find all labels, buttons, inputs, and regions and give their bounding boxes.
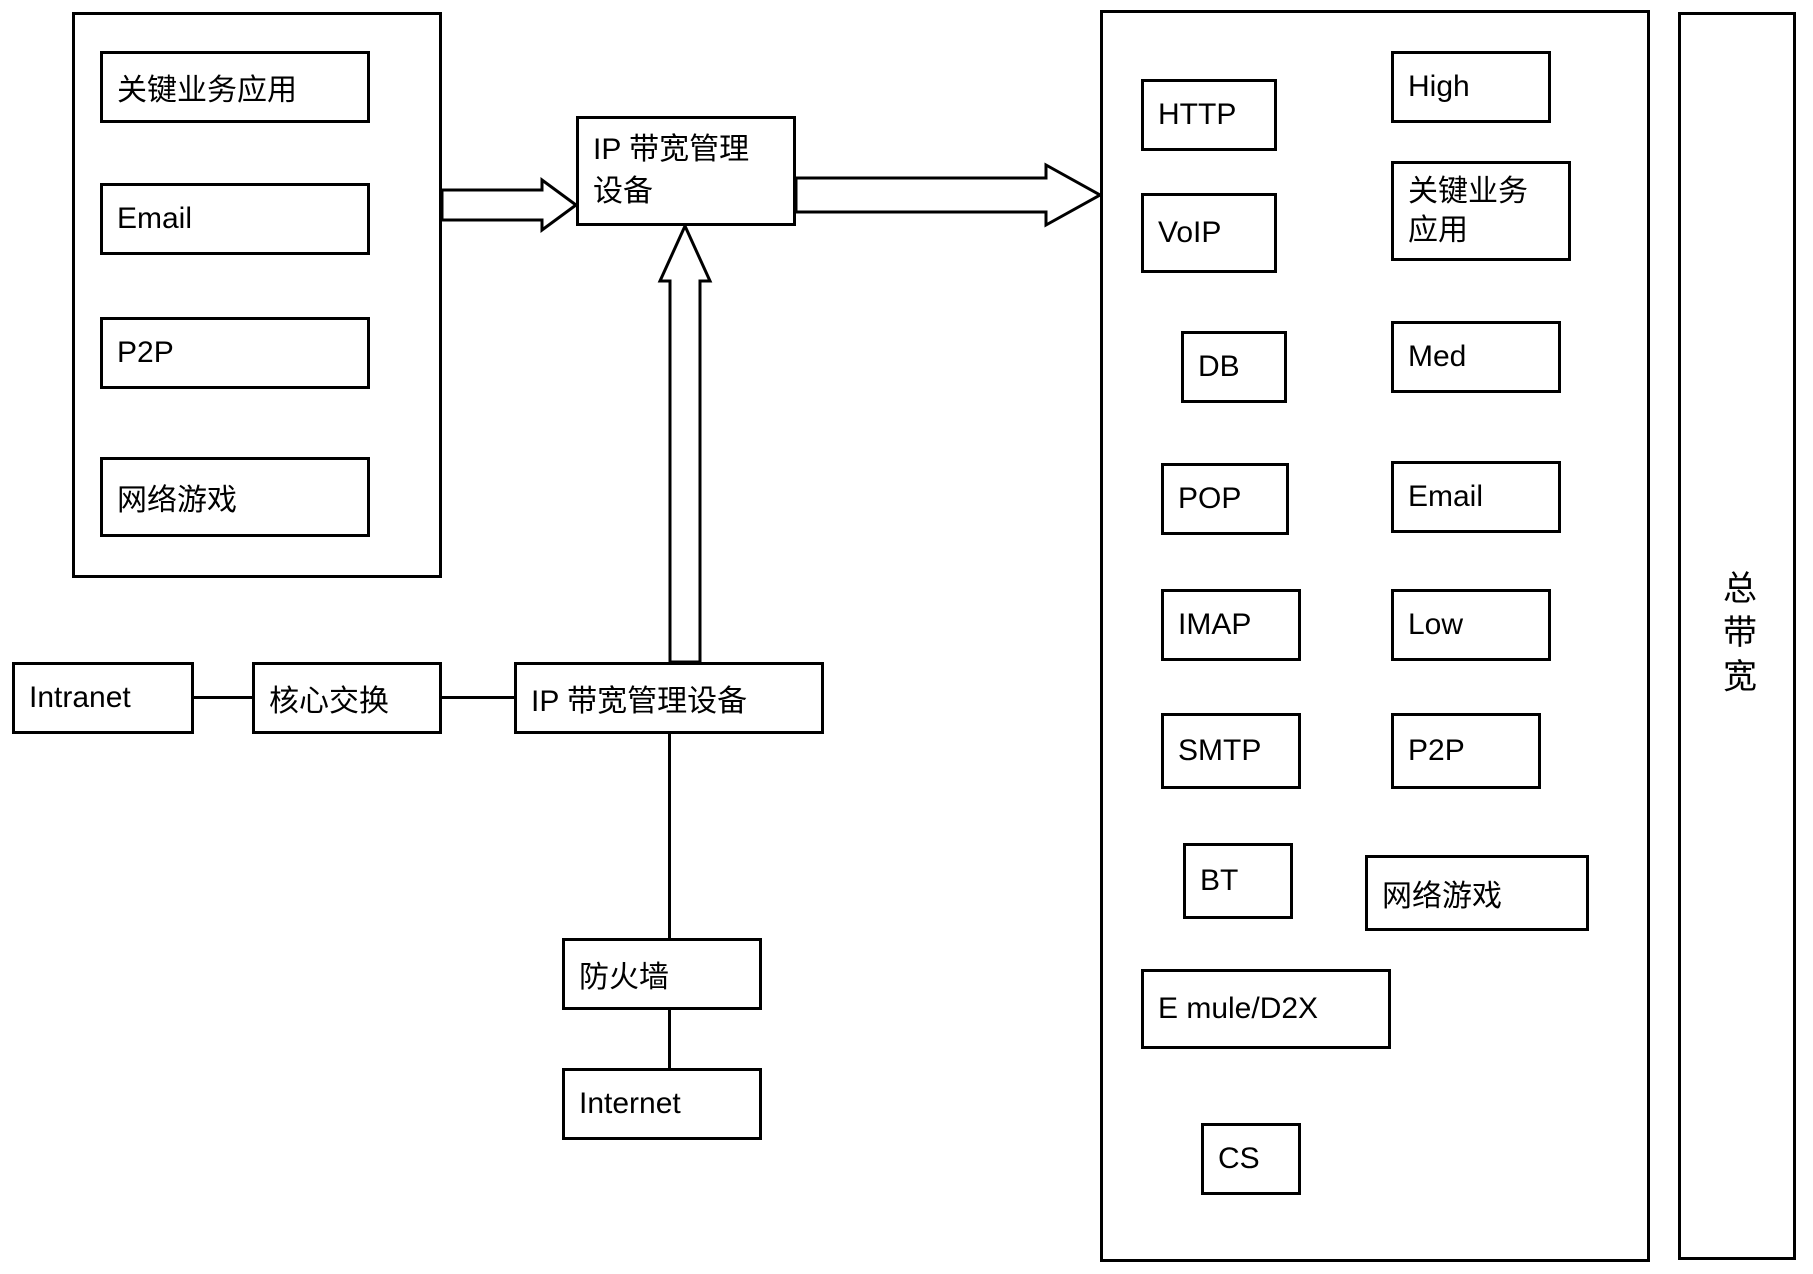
proto-pop: POP xyxy=(1161,463,1289,535)
right-container: HTTP VoIP DB POP IMAP SMTP BT E mule/D2X… xyxy=(1100,10,1650,1262)
label: Email xyxy=(117,202,192,236)
line-switch-ipdev xyxy=(442,696,514,699)
left-container: 关键业务应用 Email P2P 网络游戏 xyxy=(72,12,442,578)
left-item-0: 关键业务应用 xyxy=(100,51,370,123)
label: E mule/D2X xyxy=(1158,992,1318,1026)
label: High xyxy=(1408,70,1470,104)
priority-high: High xyxy=(1391,51,1551,123)
priority-key-app: 关键业务应用 xyxy=(1391,161,1571,261)
arrow-bottom-to-top xyxy=(655,226,715,662)
ip-bandwidth-device-top: IP 带宽管理设备 xyxy=(576,116,796,226)
label: BT xyxy=(1200,864,1238,898)
priority-low: Low xyxy=(1391,589,1551,661)
proto-voip: VoIP xyxy=(1141,193,1277,273)
proto-cs: CS xyxy=(1201,1123,1301,1195)
intranet-box: Intranet xyxy=(12,662,194,734)
label: IMAP xyxy=(1178,608,1251,642)
label: 关键业务应用 xyxy=(1408,172,1554,250)
ip-bandwidth-device-bottom: IP 带宽管理设备 xyxy=(514,662,824,734)
side-label-container: 总带宽 xyxy=(1678,12,1796,1260)
label: P2P xyxy=(117,336,174,370)
label: Email xyxy=(1408,480,1483,514)
proto-bt: BT xyxy=(1183,843,1293,919)
proto-emule: E mule/D2X xyxy=(1141,969,1391,1049)
label: Med xyxy=(1408,340,1466,374)
left-item-1: Email xyxy=(100,183,370,255)
proto-http: HTTP xyxy=(1141,79,1277,151)
line-intranet-switch xyxy=(194,696,252,699)
label: Low xyxy=(1408,608,1463,642)
label: DB xyxy=(1198,350,1240,384)
priority-p2p: P2P xyxy=(1391,713,1541,789)
label: Intranet xyxy=(29,681,131,715)
line-ipdev-firewall xyxy=(668,734,671,938)
firewall-box: 防火墙 xyxy=(562,938,762,1010)
arrow-center-to-right xyxy=(796,160,1100,230)
label: 核心交换 xyxy=(269,676,389,720)
internet-box: Internet xyxy=(562,1068,762,1140)
label: HTTP xyxy=(1158,98,1236,132)
left-item-2: P2P xyxy=(100,317,370,389)
label: POP xyxy=(1178,482,1241,516)
proto-smtp: SMTP xyxy=(1161,713,1301,789)
proto-db: DB xyxy=(1181,331,1287,403)
label: Internet xyxy=(579,1087,681,1121)
proto-imap: IMAP xyxy=(1161,589,1301,661)
priority-game: 网络游戏 xyxy=(1365,855,1589,931)
priority-med: Med xyxy=(1391,321,1561,393)
total-bandwidth-label: 总带宽 xyxy=(1713,570,1762,702)
priority-email: Email xyxy=(1391,461,1561,533)
label: 网络游戏 xyxy=(1382,871,1502,915)
core-switch-box: 核心交换 xyxy=(252,662,442,734)
label: 关键业务应用 xyxy=(117,65,297,109)
line-firewall-internet xyxy=(668,1010,671,1068)
label: VoIP xyxy=(1158,216,1221,250)
label: CS xyxy=(1218,1142,1260,1176)
label: 防火墙 xyxy=(579,952,669,996)
label: SMTP xyxy=(1178,734,1261,768)
label: 网络游戏 xyxy=(117,475,237,519)
label: P2P xyxy=(1408,734,1465,768)
label: IP 带宽管理设备 xyxy=(593,129,779,213)
label: 总带宽 xyxy=(1718,570,1756,702)
arrow-left-to-center xyxy=(442,175,576,235)
left-item-3: 网络游戏 xyxy=(100,457,370,537)
label: IP 带宽管理设备 xyxy=(531,676,747,720)
